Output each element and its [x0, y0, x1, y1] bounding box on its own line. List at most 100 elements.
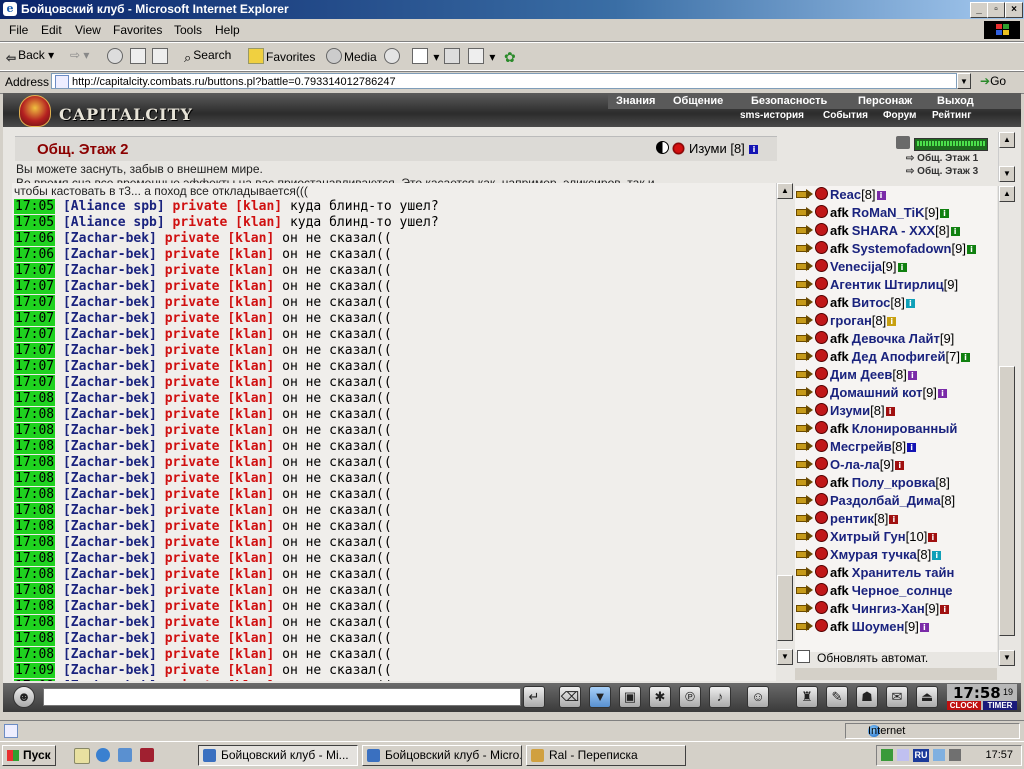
private-tag[interactable]: private [klan] — [165, 231, 275, 246]
message-author[interactable]: [Zachar-bek] — [63, 679, 157, 681]
network-icon[interactable] — [881, 749, 893, 761]
user-info-icon[interactable]: i — [940, 605, 950, 614]
mail-game-button[interactable]: ✉ — [886, 686, 908, 708]
message-author[interactable]: [Zachar-bek] — [63, 647, 157, 662]
message-time[interactable]: 17:07 — [14, 279, 56, 294]
private-tag[interactable]: private [klan] — [165, 599, 275, 614]
info-icon[interactable]: i — [749, 145, 759, 154]
private-tag[interactable]: private [klan] — [165, 375, 275, 390]
home-button[interactable] — [152, 48, 170, 64]
user-info-icon[interactable]: i — [939, 209, 949, 218]
user-info-icon[interactable]: i — [928, 533, 938, 542]
user-row[interactable]: О-ла-ла[9] i — [795, 456, 905, 474]
private-message-arrow-icon[interactable] — [795, 206, 813, 219]
timer-label[interactable]: TIMER — [983, 701, 1017, 710]
message-time[interactable]: 17:05 — [14, 199, 56, 214]
user-name[interactable]: Клонированный — [852, 421, 958, 436]
auto-update-option[interactable]: Обновлять автомат. — [795, 648, 995, 668]
message-time[interactable]: 17:08 — [14, 407, 56, 422]
user-row[interactable]: afk SHARA - XXX[8] i — [795, 222, 960, 240]
message-author[interactable]: [Zachar-bek] — [63, 231, 157, 246]
back-button[interactable]: ⇦ Back ▾ — [6, 48, 54, 65]
user-row[interactable]: afk Черное_солнце — [795, 582, 953, 600]
user-info-icon[interactable]: i — [950, 227, 960, 236]
user-row[interactable]: afk Витос[8] i — [795, 294, 915, 312]
private-tag[interactable]: private [klan] — [165, 391, 275, 406]
user-info-icon[interactable]: i — [889, 515, 899, 524]
user-name[interactable]: Venecija — [830, 259, 882, 274]
message-author[interactable]: [Zachar-bek] — [63, 391, 157, 406]
nav-character[interactable]: Персонаж — [858, 95, 912, 107]
private-tag[interactable]: private [klan] — [165, 519, 275, 534]
ie-quicklaunch-icon[interactable] — [96, 748, 110, 762]
user-name[interactable]: Девочка Лайт — [852, 331, 940, 346]
message-author[interactable]: [Zachar-bek] — [63, 551, 157, 566]
message-author[interactable]: [Zachar-bek] — [63, 519, 157, 534]
private-message-arrow-icon[interactable] — [795, 260, 813, 273]
chat-scroll-thumb[interactable] — [777, 575, 793, 641]
private-tag[interactable]: private [klan] — [165, 311, 275, 326]
forward-button[interactable]: ⇨ ▾ — [70, 48, 89, 62]
translit-button[interactable]: ℗ — [679, 686, 701, 708]
userlist-scroll-down-button[interactable]: ▼ — [999, 650, 1015, 666]
nav-exit[interactable]: Выход — [937, 95, 974, 107]
message-time[interactable]: 17:07 — [14, 295, 56, 310]
user-name[interactable]: RoMaN_TiK — [852, 205, 925, 220]
message-author[interactable]: [Zachar-bek] — [63, 567, 157, 582]
user-name[interactable]: Дим Деев — [830, 367, 892, 382]
user-row[interactable]: Агентик Штирлиц[9] — [795, 276, 958, 294]
private-message-arrow-icon[interactable] — [795, 494, 813, 507]
private-tag[interactable]: private [klan] — [165, 679, 275, 681]
userlist-scroll-up-button[interactable]: ▲ — [999, 186, 1015, 202]
message-author[interactable]: [Zachar-bek] — [63, 423, 157, 438]
message-time[interactable]: 17:09 — [14, 663, 56, 678]
inventory-button[interactable]: ♜ — [796, 686, 818, 708]
filter-button[interactable]: ▼ — [589, 686, 611, 708]
user-row[interactable]: afk Девочка Лайт[9] — [795, 330, 954, 348]
user-row[interactable]: afk RoMaN_TiK[9] i — [795, 204, 949, 222]
user-row[interactable]: afk Полу_кровка[8] — [795, 474, 950, 492]
nav-communication[interactable]: Общение — [673, 95, 723, 107]
user-info-icon[interactable]: i — [932, 551, 942, 560]
user-name[interactable]: Агентик Штирлиц — [830, 277, 944, 292]
private-message-arrow-icon[interactable] — [795, 476, 813, 489]
message-author[interactable]: [Zachar-bek] — [63, 279, 157, 294]
userlist-scrollbar[interactable]: ▲ ▼ — [998, 186, 1015, 666]
floor-link-3[interactable]: ⇨ Общ. Этаж 3 — [906, 166, 978, 177]
message-time[interactable]: 17:07 — [14, 327, 56, 342]
private-tag[interactable]: private [klan] — [165, 439, 275, 454]
message-author[interactable]: [Zachar-bek] — [63, 663, 157, 678]
private-message-arrow-icon[interactable] — [795, 224, 813, 237]
go-button[interactable]: ➔Go — [980, 74, 1006, 88]
private-message-arrow-icon[interactable] — [795, 512, 813, 525]
message-time[interactable]: 17:07 — [14, 343, 56, 358]
private-message-arrow-icon[interactable] — [795, 620, 813, 633]
message-author[interactable]: [Zachar-bek] — [63, 247, 157, 262]
private-message-arrow-icon[interactable] — [795, 548, 813, 561]
userlist-hscrollbar[interactable] — [795, 668, 997, 680]
menu-tools[interactable]: Tools — [174, 23, 202, 37]
user-name[interactable]: Витос — [852, 295, 891, 310]
user-row[interactable]: Хитрый Гун[10] i — [795, 528, 938, 546]
nav-security[interactable]: Безопасность — [751, 95, 827, 107]
message-time[interactable]: 17:06 — [14, 247, 56, 262]
messenger-button[interactable]: ✿ — [504, 48, 518, 65]
message-time[interactable]: 17:06 — [14, 231, 56, 246]
message-time[interactable]: 17:08 — [14, 503, 56, 518]
user-row[interactable]: Venecija[9] i — [795, 258, 907, 276]
message-time[interactable]: 17:08 — [14, 599, 56, 614]
private-tag[interactable]: private [klan] — [165, 551, 275, 566]
user-name[interactable]: Хранитель тайн — [852, 565, 955, 580]
message-author[interactable]: [Zachar-bek] — [63, 407, 157, 422]
user-row[interactable]: afk Чингиз-Хан[9] i — [795, 600, 950, 618]
message-time[interactable]: 17:08 — [14, 487, 56, 502]
private-message-arrow-icon[interactable] — [795, 458, 813, 471]
menu-view[interactable]: View — [75, 23, 101, 37]
user-row[interactable]: afk Шоумен[9] i — [795, 618, 929, 636]
message-author[interactable]: [Zachar-bek] — [63, 503, 157, 518]
message-time[interactable]: 17:08 — [14, 535, 56, 550]
user-info-icon[interactable]: i — [937, 389, 947, 398]
private-message-arrow-icon[interactable] — [795, 584, 813, 597]
user-info-icon[interactable]: i — [966, 245, 976, 254]
chat-scroll-up-button[interactable]: ▲ — [777, 183, 793, 199]
